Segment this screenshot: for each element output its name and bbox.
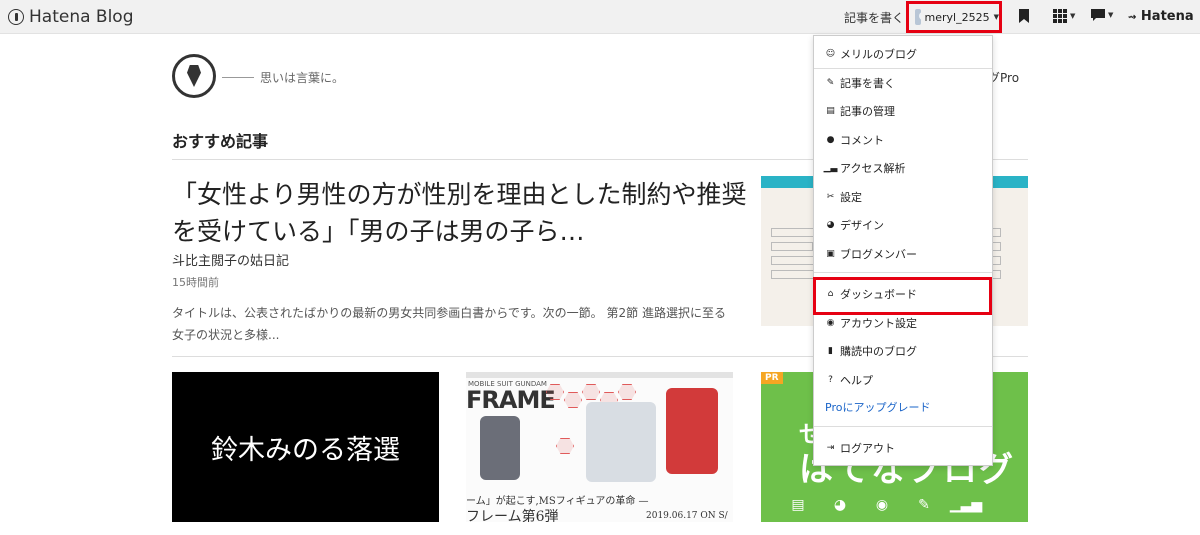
menu-item-upgrade[interactable]: Proにアップグレード — [814, 396, 992, 418]
menu-item-account[interactable]: ◉ アカウント設定 — [814, 312, 992, 334]
card-date: 2019.06.17 ON S/ — [646, 511, 728, 521]
menu-item-subscriptions[interactable]: ▮ 購読中のブログ — [814, 340, 992, 362]
caret-down-icon: ▼ — [993, 13, 999, 21]
article-blog-name[interactable]: 斗比主閲子の姑日記 — [172, 250, 289, 269]
site-logo[interactable] — [172, 54, 216, 98]
hatena-blog-icon — [8, 9, 24, 25]
brand-name: Hatena Blog — [29, 7, 134, 27]
palette-icon: ◕ — [826, 220, 835, 230]
document-icon: ▤ — [826, 106, 835, 116]
article-card[interactable]: MOBILE SUIT GUNDAM FRAME ーム」が起こす,MSフィギュア… — [466, 372, 733, 522]
menu-item-analytics[interactable]: ▁▃ アクセス解析 — [814, 157, 992, 179]
analytics-icon: ▁▃▅ — [949, 497, 983, 513]
card-title: FRAME — [466, 386, 556, 414]
apps-grid-icon[interactable]: ▼ — [1053, 9, 1075, 23]
members-icon: ▣ — [826, 249, 835, 259]
card-title-2: フレーム第6弾 — [466, 509, 559, 522]
menu-item-comment[interactable]: ● コメント — [814, 129, 992, 151]
pen-nib-icon — [187, 65, 201, 87]
user-menu-button[interactable]: meryl_2525 ▼ — [906, 1, 1002, 33]
article-time: 15時間前 — [172, 276, 219, 289]
top-navigation-bar: Hatena Blog 記事を書く meryl_2525 ▼ ▼ ▼ ⇝ Hat… — [0, 0, 1200, 34]
article-title[interactable]: 「女性より男性の方が性別を理由とした制約や推奨を受けている」「男の子は男の子ら… — [172, 176, 752, 250]
menu-item-manage[interactable]: ▤ 記事の管理 — [814, 100, 992, 122]
article-excerpt: タイトルは、公表されたばかりの最新の男女共同参画白書からです。次の一節。 第2節… — [172, 306, 726, 342]
palette-icon: ◕ — [833, 497, 847, 513]
edit-icon: ✎ — [826, 78, 835, 88]
wrench-icon: ✂ — [826, 192, 835, 202]
card-text: 鈴木みのる落選 — [211, 434, 400, 466]
site-tagline: 思いは言葉に。 — [222, 69, 344, 86]
avatar — [915, 9, 921, 25]
bookmark-icon: ▮ — [828, 346, 833, 356]
user-circle-icon: ☺ — [825, 49, 836, 59]
username: meryl_2525 — [924, 10, 990, 24]
menu-item-my-blog[interactable]: ☺ メリルのブログ — [814, 43, 992, 65]
menu-item-members[interactable]: ▣ ブログメンバー — [814, 243, 992, 265]
bookmark-icon[interactable] — [1019, 9, 1029, 27]
menu-item-help[interactable]: ? ヘルプ — [814, 369, 992, 391]
logout-icon: ⇥ — [826, 443, 835, 453]
notification-icon[interactable]: ▼ — [1091, 9, 1113, 21]
comment-icon: ● — [826, 135, 835, 145]
account-icon: ◉ — [826, 318, 835, 328]
write-article-link[interactable]: 記事を書く — [844, 9, 904, 26]
menu-item-write[interactable]: ✎ 記事を書く — [814, 72, 992, 94]
analytics-icon: ▁▃ — [823, 163, 838, 173]
user-icon: ◉ — [875, 497, 889, 513]
card-caption: ーム」が起こす,MSフィギュアの革命 — — [466, 496, 649, 507]
article-card[interactable]: 鈴木みのる落選 — [172, 372, 439, 522]
edit-icon: ✎ — [918, 497, 930, 513]
hatena-mark-icon: ⇝ — [1128, 12, 1137, 23]
menu-item-settings[interactable]: ✂ 設定 — [814, 186, 992, 208]
hatena-blog-logo[interactable]: Hatena Blog — [8, 7, 134, 27]
menu-item-design[interactable]: ◕ デザイン — [814, 214, 992, 236]
user-dropdown-menu: ☺ メリルのブログ ✎ 記事を書く ▤ 記事の管理 ● コメント ▁▃ アクセス… — [813, 35, 993, 466]
pr-badge: PR — [761, 372, 783, 384]
document-icon: ▤ — [791, 497, 805, 513]
dashboard-highlight-box — [813, 277, 992, 315]
section-title: おすすめ記事 — [172, 132, 269, 151]
menu-item-logout[interactable]: ⇥ ログアウト — [814, 437, 992, 459]
hatena-logo[interactable]: ⇝ Hatena — [1128, 9, 1194, 24]
help-icon: ? — [828, 375, 833, 385]
